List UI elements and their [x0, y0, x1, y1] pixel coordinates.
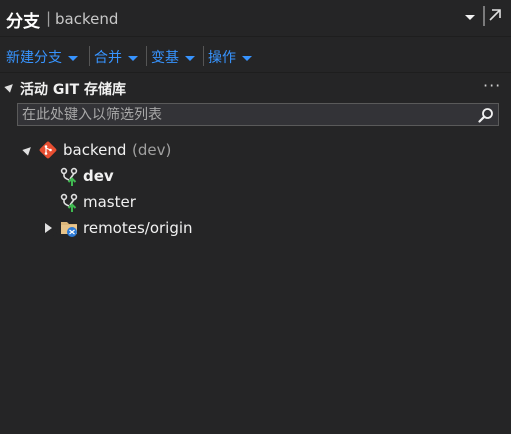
- remote-label: remotes/origin: [83, 219, 193, 237]
- branch-icon: [60, 167, 80, 191]
- merge-label: 合并: [94, 50, 122, 66]
- rebase-label: 变基: [151, 50, 179, 66]
- toolbar-divider: [0, 72, 511, 73]
- new-branch-button[interactable]: 新建分支: [6, 47, 78, 67]
- filter-box: [17, 103, 499, 126]
- search-icon[interactable]: [474, 104, 498, 125]
- header-divider: [0, 36, 511, 37]
- tree-item-branch-master[interactable]: master: [0, 190, 511, 214]
- chevron-down-icon: [128, 55, 138, 61]
- tree-item-remote-origin[interactable]: remotes/origin: [0, 216, 511, 240]
- rebase-button[interactable]: 变基: [151, 47, 195, 67]
- more-options-icon[interactable]: ···: [483, 76, 501, 95]
- toolbar-separator: [203, 46, 204, 66]
- expand-icon[interactable]: [22, 144, 34, 156]
- branch-label: dev: [83, 167, 114, 185]
- section-title[interactable]: 活动 GIT 存储库: [20, 79, 126, 99]
- tree-item-repo[interactable]: backend (dev): [0, 138, 511, 162]
- git-repo-icon: [38, 140, 58, 164]
- actions-button[interactable]: 操作: [208, 47, 252, 67]
- title-separator: |: [46, 9, 52, 27]
- caret-down-icon[interactable]: [462, 8, 478, 26]
- branch-label: master: [83, 193, 136, 211]
- tree-item-branch-dev[interactable]: dev: [0, 164, 511, 188]
- section-collapse-icon[interactable]: [4, 81, 16, 93]
- toolbar-separator: [146, 46, 147, 66]
- repo-label: backend: [63, 141, 127, 159]
- current-branch-label: (dev): [132, 141, 172, 159]
- toolbar-separator: [89, 46, 90, 66]
- chevron-down-icon: [242, 55, 252, 61]
- remote-folder-icon: [60, 218, 80, 242]
- actions-label: 操作: [208, 50, 236, 66]
- chevron-down-icon: [185, 55, 195, 61]
- repo-name: backend: [55, 10, 119, 28]
- popout-arrow-icon[interactable]: [483, 5, 505, 27]
- new-branch-label: 新建分支: [6, 50, 62, 66]
- branch-icon: [60, 193, 80, 217]
- merge-button[interactable]: 合并: [94, 47, 138, 67]
- filter-input[interactable]: [22, 104, 470, 125]
- panel-title: 分支: [6, 12, 40, 32]
- chevron-down-icon: [68, 55, 78, 61]
- expand-icon[interactable]: [45, 223, 57, 236]
